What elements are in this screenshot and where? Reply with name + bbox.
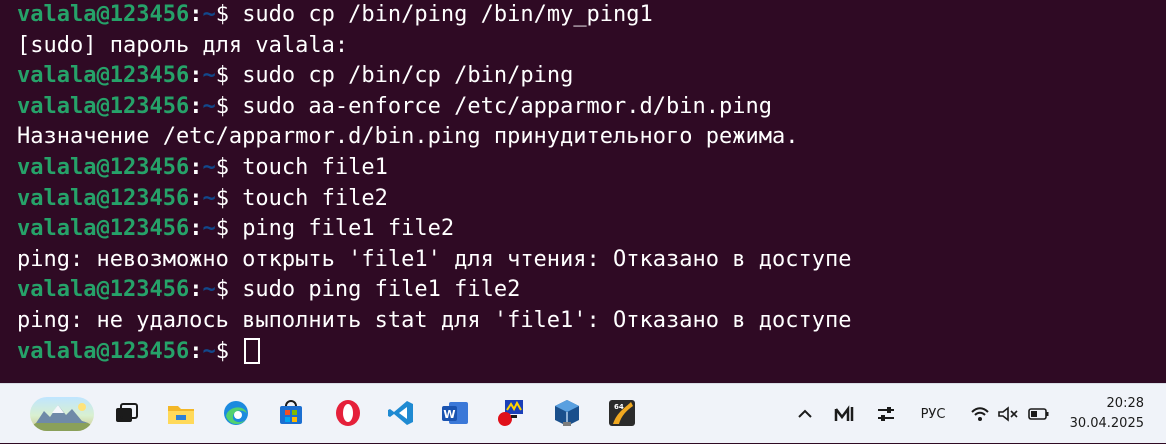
tray-app-icon[interactable] (831, 384, 859, 444)
terminal-command-line: valala@123456:~$ touch file1 (17, 153, 388, 183)
svg-text:64: 64 (614, 403, 624, 411)
word-icon[interactable]: W (440, 398, 470, 428)
prompt-user: valala@123456 (17, 155, 190, 180)
prompt-symbol: $ (215, 185, 243, 211)
wifi-icon[interactable] (968, 384, 992, 444)
terminal-command-line: valala@123456:~$ sudo cp /bin/cp /bin/pi… (17, 61, 573, 91)
prompt-user: valala@123456 (17, 185, 190, 211)
task-view-icon[interactable] (112, 398, 142, 428)
battery-icon[interactable] (1026, 384, 1052, 444)
clock-date: 30.04.2025 (1069, 416, 1144, 431)
svg-text:W: W (443, 408, 455, 421)
text-cursor (244, 337, 261, 364)
network-simulator-icon[interactable] (495, 398, 525, 428)
prompt-path: ~ (202, 63, 216, 89)
x64dbg-icon[interactable]: 64 (607, 398, 637, 428)
language-indicator[interactable]: РУС (912, 384, 954, 444)
edge-browser-icon[interactable] (221, 398, 251, 428)
command-text: sudo cp /bin/ping /bin/my_ping1 (242, 2, 653, 27)
prompt-user: valala@123456 (17, 216, 190, 242)
terminal-command-line: valala@123456:~$ sudo cp /bin/ping /bin/… (17, 0, 653, 30)
prompt-path: ~ (202, 155, 216, 180)
system-clock[interactable]: 20:28 30.04.2025 (1070, 394, 1144, 434)
widgets-button[interactable] (30, 397, 94, 431)
prompt-symbol: $ (215, 93, 243, 119)
command-text: touch file2 (242, 185, 388, 211)
terminal-command-line: valala@123456:~$ touch file2 (17, 184, 388, 214)
prompt-user: valala@123456 (17, 277, 190, 303)
command-text: sudo aa-enforce /etc/apparmor.d/bin.ping (242, 93, 772, 119)
terminal-command-line: valala@123456:~$ sudo ping file1 file2 (17, 275, 520, 305)
prompt-path: ~ (202, 216, 216, 242)
settings-sliders-icon[interactable] (872, 384, 900, 444)
terminal-command-line: valala@123456:~$ (17, 337, 261, 367)
prompt-colon: : (189, 63, 203, 89)
command-text: sudo ping file1 file2 (242, 277, 521, 303)
prompt-colon: : (189, 277, 203, 303)
microsoft-store-icon[interactable] (276, 398, 306, 428)
terminal-window[interactable]: valala@123456:~$ sudo cp /bin/ping /bin/… (0, 0, 1166, 383)
terminal-output-line: [sudo] пароль для valala: (17, 32, 349, 58)
prompt-path: ~ (202, 185, 216, 211)
prompt-user: valala@123456 (17, 338, 190, 364)
prompt-path: ~ (202, 338, 216, 364)
prompt-symbol: $ (215, 216, 243, 242)
opera-browser-icon[interactable] (333, 398, 363, 428)
prompt-user: valala@123456 (17, 2, 190, 27)
terminal-command-line: valala@123456:~$ ping file1 file2 (17, 214, 454, 244)
prompt-colon: : (189, 338, 203, 364)
terminal-output-line: ping: не удалось выполнить stat для 'fil… (17, 308, 852, 333)
volume-muted-icon[interactable] (995, 384, 1021, 444)
terminal-output-line: Назначение /etc/apparmor.d/bin.ping прин… (17, 124, 799, 150)
prompt-user: valala@123456 (17, 63, 190, 89)
vscode-icon[interactable] (386, 398, 416, 428)
prompt-colon: : (189, 185, 203, 211)
prompt-symbol: $ (215, 155, 243, 180)
prompt-path: ~ (202, 2, 216, 27)
command-text: ping file1 file2 (242, 216, 455, 242)
prompt-symbol: $ (215, 338, 243, 364)
clock-time: 20:28 (1106, 396, 1144, 411)
terminal-command-line: valala@123456:~$ sudo aa-enforce /etc/ap… (17, 92, 772, 122)
prompt-user: valala@123456 (17, 93, 190, 119)
prompt-symbol: $ (215, 2, 243, 27)
taskbar: W 64 РУС 20:28 30.04.2025 (0, 383, 1166, 443)
command-text: sudo cp /bin/cp /bin/ping (242, 63, 574, 89)
show-hidden-icons-chevron-icon[interactable] (793, 384, 817, 444)
prompt-colon: : (189, 93, 203, 119)
file-explorer-icon[interactable] (166, 398, 196, 428)
virtualbox-icon[interactable] (552, 398, 582, 428)
prompt-colon: : (189, 2, 203, 27)
prompt-colon: : (189, 155, 203, 180)
command-text: touch file1 (242, 155, 388, 180)
weather-widget-icon (32, 403, 92, 431)
terminal-output-line: ping: невозможно открыть 'file1' для чте… (17, 246, 852, 272)
prompt-colon: : (189, 216, 203, 242)
prompt-path: ~ (202, 277, 216, 303)
prompt-symbol: $ (215, 277, 243, 303)
prompt-path: ~ (202, 93, 216, 119)
prompt-symbol: $ (215, 63, 243, 89)
